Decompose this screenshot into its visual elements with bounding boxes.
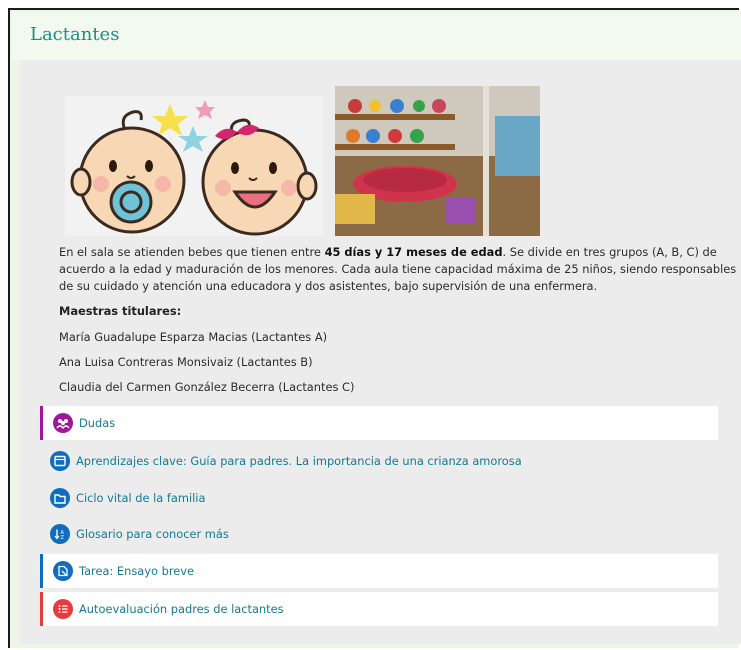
activity-label[interactable]: Autoevaluación padres de lactantes <box>79 602 284 616</box>
activity-tarea[interactable]: Tarea: Ensayo breve <box>40 554 718 588</box>
teacher-item: Claudia del Carmen González Becerra (Lac… <box>59 380 355 394</box>
group-description: En el sala se atienden bebes que tienen … <box>59 245 737 293</box>
assignment-icon <box>53 561 73 581</box>
activity-label[interactable]: Tarea: Ensayo breve <box>79 564 194 578</box>
section-header: Lactantes <box>12 12 741 60</box>
section-title: Lactantes <box>30 24 120 45</box>
quiz-icon <box>53 599 73 619</box>
activity-label[interactable]: Aprendizajes clave: Guía para padres. La… <box>76 454 522 468</box>
course-section: Lactantes En el sala se atienden bebes q… <box>8 8 741 648</box>
glossary-icon: AZ <box>50 524 70 544</box>
babies-illustration <box>65 96 323 236</box>
forum-icon <box>53 413 73 433</box>
activity-label[interactable]: Dudas <box>79 416 115 430</box>
teacher-item: Ana Luisa Contreras Monsivaiz (Lactantes… <box>59 355 313 369</box>
teacher-item: María Guadalupe Esparza Macias (Lactante… <box>59 330 328 344</box>
activity-dudas[interactable]: Dudas <box>40 406 718 440</box>
activity-glosario[interactable]: AZ Glosario para conocer más <box>40 517 718 551</box>
folder-icon <box>50 488 70 508</box>
age-range: 45 días y 17 meses de edad <box>324 245 503 259</box>
activity-label[interactable]: Ciclo vital de la familia <box>76 491 205 505</box>
page-icon <box>50 451 70 471</box>
activity-ciclo-vital[interactable]: Ciclo vital de la familia <box>40 481 718 515</box>
section-content: En el sala se atienden bebes que tienen … <box>20 60 741 644</box>
activity-aprendizajes[interactable]: Aprendizajes clave: Guía para padres. La… <box>40 444 718 478</box>
activity-autoevaluacion[interactable]: Autoevaluación padres de lactantes <box>40 592 718 626</box>
teachers-heading: Maestras titulares: <box>59 304 182 318</box>
room-photo <box>335 86 540 236</box>
activity-label[interactable]: Glosario para conocer más <box>76 527 229 541</box>
svg-text:Z: Z <box>61 535 65 540</box>
